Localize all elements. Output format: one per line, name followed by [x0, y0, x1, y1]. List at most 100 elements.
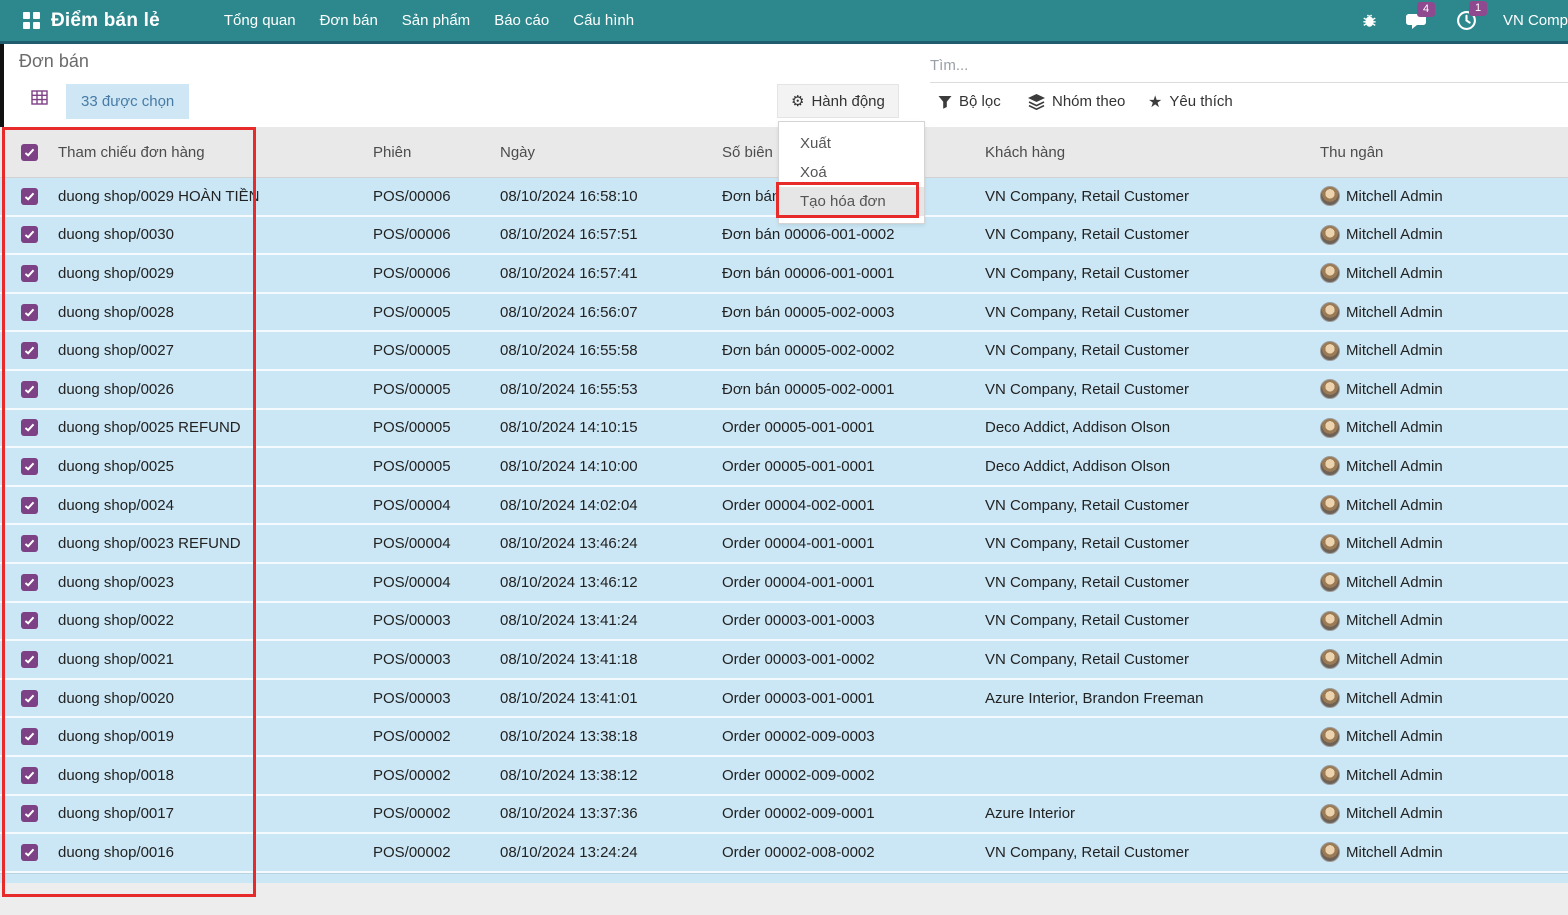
row-checkbox-cell — [0, 535, 58, 552]
table-row[interactable]: duong shop/0024POS/0000408/10/2024 14:02… — [0, 487, 1568, 526]
group-by-label: Nhóm theo — [1052, 93, 1125, 110]
row-checkbox[interactable] — [21, 265, 38, 282]
cell-cashier: Mitchell Admin — [1318, 418, 1568, 438]
select-all-checkbox[interactable] — [21, 144, 38, 161]
row-checkbox[interactable] — [21, 497, 38, 514]
row-checkbox[interactable] — [21, 805, 38, 822]
action-button[interactable]: ⚙ Hành động — [777, 84, 899, 118]
header-session[interactable]: Phiên — [373, 144, 500, 161]
cashier-name: Mitchell Admin — [1346, 226, 1443, 243]
menu-san-pham[interactable]: Sản phẩm — [390, 0, 482, 41]
cell-order-reference: duong shop/0022 — [58, 612, 373, 629]
row-checkbox[interactable] — [21, 342, 38, 359]
cell-receipt-number: Order 00002-008-0002 — [722, 844, 985, 861]
row-checkbox[interactable] — [21, 304, 38, 321]
table-row[interactable]: duong shop/0029POS/0000608/10/2024 16:57… — [0, 255, 1568, 294]
cell-cashier: Mitchell Admin — [1318, 495, 1568, 515]
menu-item-create-invoice[interactable]: Tạo hóa đơn — [779, 187, 924, 216]
row-checkbox[interactable] — [21, 844, 38, 861]
cell-customer: VN Company, Retail Customer — [985, 342, 1318, 359]
user-company-label[interactable]: VN Comp — [1503, 12, 1568, 29]
app-title[interactable]: Điểm bán lẻ — [51, 10, 160, 32]
table-row[interactable]: duong shop/0020POS/0000308/10/2024 13:41… — [0, 680, 1568, 719]
row-checkbox[interactable] — [21, 651, 38, 668]
table-row[interactable]: duong shop/0018POS/0000208/10/2024 13:38… — [0, 757, 1568, 796]
cell-receipt-number: Order 00003-001-0002 — [722, 651, 985, 668]
row-checkbox[interactable] — [21, 767, 38, 784]
cell-customer: VN Company, Retail Customer — [985, 574, 1318, 591]
cell-cashier: Mitchell Admin — [1318, 765, 1568, 785]
cell-order-reference: duong shop/0023 — [58, 574, 373, 591]
cell-receipt-number: Order 00004-002-0001 — [722, 497, 985, 514]
header-date[interactable]: Ngày — [500, 144, 722, 161]
cell-cashier: Mitchell Admin — [1318, 572, 1568, 592]
apps-grid-icon[interactable] — [23, 12, 40, 29]
messages-icon[interactable]: 4 — [1404, 11, 1430, 31]
cell-order-reference: duong shop/0021 — [58, 651, 373, 668]
table-row[interactable]: duong shop/0025POS/0000508/10/2024 14:10… — [0, 448, 1568, 487]
table-row[interactable]: duong shop/0019POS/0000208/10/2024 13:38… — [0, 718, 1568, 757]
cell-customer: VN Company, Retail Customer — [985, 265, 1318, 282]
table-row[interactable]: duong shop/0028POS/0000508/10/2024 16:56… — [0, 294, 1568, 333]
search-input[interactable] — [930, 52, 1550, 78]
table-row[interactable]: duong shop/0023POS/0000408/10/2024 13:46… — [0, 564, 1568, 603]
row-checkbox[interactable] — [21, 574, 38, 591]
row-checkbox[interactable] — [21, 226, 38, 243]
table-row[interactable]: duong shop/0017POS/0000208/10/2024 13:37… — [0, 796, 1568, 835]
cell-date: 08/10/2024 14:02:04 — [500, 497, 722, 514]
cell-order-reference: duong shop/0016 — [58, 844, 373, 861]
row-checkbox[interactable] — [21, 612, 38, 629]
row-checkbox-cell — [0, 419, 58, 436]
cell-date: 08/10/2024 13:41:24 — [500, 612, 722, 629]
menu-bao-cao[interactable]: Báo cáo — [482, 0, 561, 41]
group-by-button[interactable]: Nhóm theo — [1028, 89, 1148, 114]
cell-cashier: Mitchell Admin — [1318, 688, 1568, 708]
cashier-avatar — [1320, 804, 1340, 824]
menu-item-delete[interactable]: Xoá — [779, 158, 924, 187]
table-row[interactable]: duong shop/0023 REFUNDPOS/0000408/10/202… — [0, 525, 1568, 564]
row-checkbox-cell — [0, 844, 58, 861]
header-cashier[interactable]: Thu ngân — [1318, 144, 1568, 161]
menu-item-export[interactable]: Xuất — [779, 129, 924, 158]
bug-icon[interactable] — [1361, 12, 1378, 29]
menu-don-ban[interactable]: Đơn bán — [308, 0, 390, 41]
cell-customer: Deco Addict, Addison Olson — [985, 458, 1318, 475]
cell-customer: Azure Interior, Brandon Freeman — [985, 690, 1318, 707]
row-checkbox[interactable] — [21, 381, 38, 398]
row-checkbox[interactable] — [21, 419, 38, 436]
row-checkbox-cell — [0, 574, 58, 591]
list-view-icon[interactable] — [31, 90, 48, 105]
pos-orders-screen: Điểm bán lẻ Tổng quan Đơn bán Sản phẩm B… — [0, 0, 1568, 915]
cell-customer: VN Company, Retail Customer — [985, 226, 1318, 243]
table-row[interactable]: duong shop/0016POS/0000208/10/2024 13:24… — [0, 834, 1568, 873]
activity-badge: 1 — [1469, 1, 1487, 16]
cell-date: 08/10/2024 16:58:10 — [500, 188, 722, 205]
menu-tong-quan[interactable]: Tổng quan — [212, 0, 308, 41]
row-checkbox[interactable] — [21, 535, 38, 552]
table-row[interactable]: duong shop/0027POS/0000508/10/2024 16:55… — [0, 332, 1568, 371]
favorites-button[interactable]: ★ Yêu thích — [1148, 89, 1258, 114]
table-row[interactable]: duong shop/0025 REFUNDPOS/0000508/10/202… — [0, 410, 1568, 449]
cell-cashier: Mitchell Admin — [1318, 727, 1568, 747]
cashier-avatar — [1320, 302, 1340, 322]
table-row[interactable]: duong shop/0026POS/0000508/10/2024 16:55… — [0, 371, 1568, 410]
row-checkbox[interactable] — [21, 458, 38, 475]
row-checkbox[interactable] — [21, 188, 38, 205]
cashier-avatar — [1320, 765, 1340, 785]
cashier-name: Mitchell Admin — [1346, 497, 1443, 514]
row-checkbox[interactable] — [21, 690, 38, 707]
cashier-name: Mitchell Admin — [1346, 651, 1443, 668]
activity-clock-icon[interactable]: 1 — [1456, 10, 1477, 31]
cell-cashier: Mitchell Admin — [1318, 842, 1568, 862]
row-checkbox[interactable] — [21, 728, 38, 745]
cashier-avatar — [1320, 225, 1340, 245]
main-menu: Tổng quan Đơn bán Sản phẩm Báo cáo Cấu h… — [212, 0, 646, 41]
table-row[interactable]: duong shop/0022POS/0000308/10/2024 13:41… — [0, 603, 1568, 642]
header-ref[interactable]: Tham chiếu đơn hàng — [58, 144, 373, 161]
table-row[interactable]: duong shop/0021POS/0000308/10/2024 13:41… — [0, 641, 1568, 680]
menu-cau-hinh[interactable]: Cấu hình — [561, 0, 646, 41]
header-customer[interactable]: Khách hàng — [985, 144, 1318, 161]
cashier-name: Mitchell Admin — [1346, 381, 1443, 398]
action-button-label: Hành động — [811, 93, 884, 110]
filters-button[interactable]: Bộ lọc — [938, 89, 1028, 114]
